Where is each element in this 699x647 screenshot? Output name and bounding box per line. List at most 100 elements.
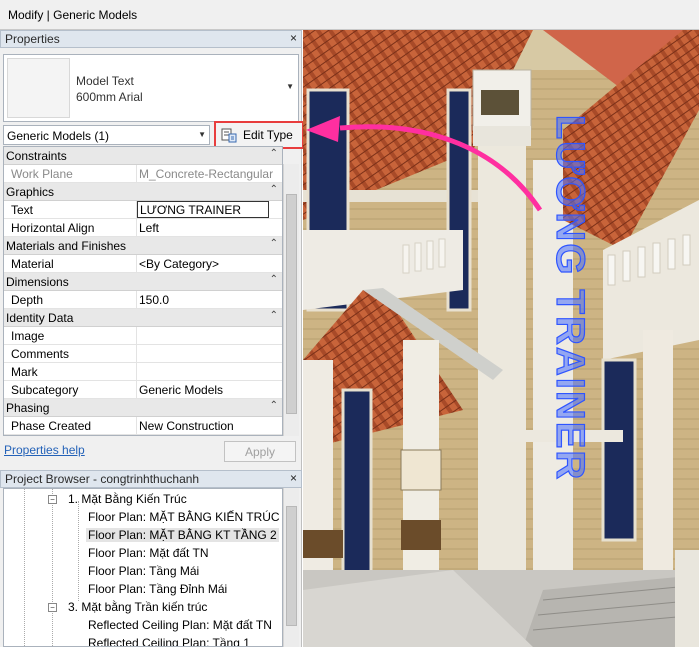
property-value: <By Category> [139, 257, 220, 271]
section-label: Identity Data [6, 311, 74, 325]
column-divider [136, 363, 137, 381]
row-image[interactable]: Image [4, 327, 282, 345]
tree-item[interactable]: Reflected Ceiling Plan: Tầng 1 [88, 636, 250, 646]
section-label: Graphics [6, 185, 55, 199]
3d-view-canvas[interactable] [303, 30, 699, 647]
type-selector[interactable]: Model Text 600mm Arial ▼ [3, 54, 299, 122]
tree-item[interactable]: Reflected Ceiling Plan: Mặt đất TN [88, 618, 272, 632]
tree-item[interactable]: Floor Plan: Mặt đất TN [88, 546, 209, 560]
properties-scrollbar[interactable] [283, 164, 299, 436]
column-divider [136, 345, 137, 363]
text-value: LƯƠNG TRAINER [140, 203, 241, 217]
collapse-icon[interactable]: ⌃ [270, 310, 278, 321]
tree-item-group[interactable]: 3. Mặt bằng Trần kiến trúc [68, 600, 207, 614]
tree-item[interactable]: Floor Plan: Tầng Đỉnh Mái [88, 582, 227, 596]
row-subcategory[interactable]: Subcategory Generic Models [4, 381, 282, 399]
property-value: M_Concrete-Rectangular [139, 167, 274, 181]
row-horizontal-align[interactable]: Horizontal Align Left [4, 219, 282, 237]
tree-item-group[interactable]: 1. Mặt Bằng Kiến Trúc [68, 492, 187, 506]
property-value: Generic Models [139, 383, 224, 397]
column-divider [136, 381, 137, 399]
column-divider [136, 255, 137, 273]
project-browser-close-icon[interactable]: × [290, 471, 297, 485]
tree-guide-line [78, 501, 79, 601]
type-dropdown-icon[interactable]: ▼ [286, 82, 294, 91]
property-name: Horizontal Align [11, 221, 95, 235]
properties-close-icon[interactable]: × [290, 31, 297, 45]
section-label: Materials and Finishes [6, 239, 127, 253]
section-label: Dimensions [6, 275, 69, 289]
project-browser-scrollbar[interactable] [283, 488, 299, 647]
property-name: Image [11, 329, 45, 343]
collapse-icon[interactable]: ⌃ [270, 238, 278, 249]
column-divider [136, 219, 137, 237]
instance-filter-select[interactable]: Generic Models (1) ▼ [3, 125, 210, 145]
section-identity-data[interactable]: Identity Data ⌃ [4, 309, 282, 327]
apply-label: Apply [245, 445, 276, 459]
collapse-icon[interactable]: ⌃ [270, 148, 278, 159]
window-title: Modify | Generic Models [8, 8, 138, 22]
type-family-name: Model Text [76, 74, 134, 88]
section-graphics[interactable]: Graphics ⌃ [4, 183, 282, 201]
apply-button[interactable]: Apply [224, 441, 296, 462]
property-name: Subcategory [11, 383, 79, 397]
edit-type-icon [221, 128, 237, 143]
section-materials[interactable]: Materials and Finishes ⌃ [4, 237, 282, 255]
tree-item[interactable]: Floor Plan: MẶT BẰNG KIẾN TRÚC TẦ [88, 510, 282, 524]
property-name: Comments [11, 347, 70, 361]
property-name: Depth [11, 293, 44, 307]
row-phase-created[interactable]: Phase Created New Construction [4, 417, 282, 435]
scrollbar-thumb[interactable] [286, 194, 297, 414]
column-divider [136, 165, 137, 183]
project-browser-tree: − 1. Mặt Bằng Kiến Trúc Floor Plan: MẶT … [3, 488, 283, 647]
collapse-icon[interactable]: ⌃ [270, 400, 278, 411]
edit-type-button[interactable]: Edit Type [214, 121, 304, 149]
collapse-toggle-icon[interactable]: − [48, 495, 57, 504]
section-dimensions[interactable]: Dimensions ⌃ [4, 273, 282, 291]
collapse-toggle-icon[interactable]: − [48, 603, 57, 612]
property-name: Work Plane [11, 167, 73, 181]
property-value: Left [139, 221, 160, 235]
column-divider [136, 417, 137, 435]
project-browser-title: Project Browser - congtrinhthuchanh [5, 472, 200, 486]
project-browser-header: Project Browser - congtrinhthuchanh × [0, 470, 302, 488]
section-label: Constraints [6, 149, 67, 163]
properties-title: Properties [5, 32, 60, 46]
collapse-icon[interactable]: ⌃ [270, 274, 278, 285]
left-dock: Properties × Model Text 600mm Arial ▼ Ge… [0, 30, 304, 647]
type-thumbnail [7, 58, 70, 118]
tree-item-selected[interactable]: Floor Plan: MẶT BẰNG KT TẦNG 2 [86, 528, 279, 542]
collapse-icon[interactable]: ⌃ [270, 184, 278, 195]
tree-guide-line [24, 489, 25, 646]
building-model-render [303, 30, 699, 647]
row-text: Text LƯƠNG TRAINER [4, 201, 282, 219]
property-value: 150.0 [139, 293, 170, 307]
column-divider [136, 327, 137, 345]
properties-header: Properties × [0, 30, 302, 48]
tree-item[interactable]: Floor Plan: Tầng Mái [88, 564, 199, 578]
property-name: Mark [11, 365, 38, 379]
type-name: 600mm Arial [76, 90, 143, 104]
row-comments[interactable]: Comments [4, 345, 282, 363]
section-constraints[interactable]: Constraints ⌃ [4, 147, 282, 165]
property-name: Material [11, 257, 54, 271]
tree-guide-line [52, 489, 53, 646]
property-value: New Construction [139, 419, 234, 433]
property-name: Text [11, 203, 34, 217]
row-depth[interactable]: Depth 150.0 [4, 291, 282, 309]
window-title-bar: Modify | Generic Models [0, 0, 699, 30]
scrollbar-thumb[interactable] [286, 506, 297, 626]
section-phasing[interactable]: Phasing ⌃ [4, 399, 282, 417]
column-divider [136, 291, 137, 309]
property-name: Phase Created [11, 419, 92, 433]
instance-filter-value: Generic Models (1) [7, 129, 110, 143]
section-label: Phasing [6, 401, 50, 415]
chevron-down-icon[interactable]: ▼ [198, 130, 206, 139]
row-material[interactable]: Material <By Category> [4, 255, 282, 273]
row-mark[interactable]: Mark [4, 363, 282, 381]
row-work-plane: Work Plane M_Concrete-Rectangular [4, 165, 282, 183]
edit-type-label: Edit Type [243, 128, 293, 142]
text-value-input[interactable]: LƯƠNG TRAINER [137, 201, 269, 218]
properties-grid: Constraints ⌃ Work Plane M_Concrete-Rect… [3, 146, 283, 436]
properties-help-link[interactable]: Properties help [4, 443, 85, 457]
